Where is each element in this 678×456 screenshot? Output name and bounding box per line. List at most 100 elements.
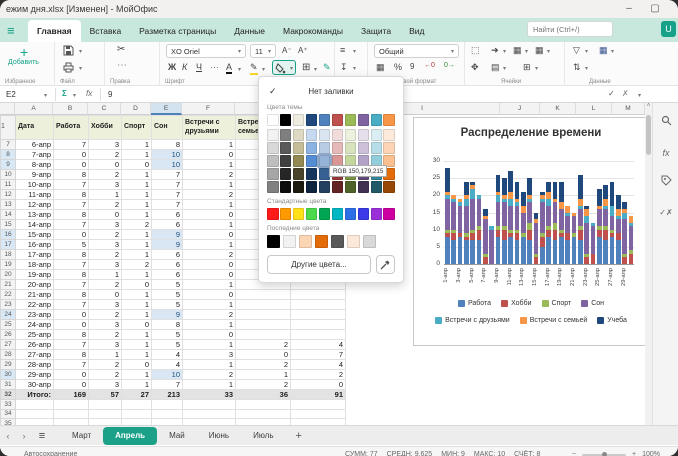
theme-color-swatch[interactable] xyxy=(319,114,331,126)
row-header-21[interactable]: 21 xyxy=(1,280,16,290)
cell[interactable]: 2 xyxy=(89,360,122,370)
cell[interactable]: 1 xyxy=(183,320,236,330)
tint-swatch[interactable] xyxy=(345,129,357,141)
main-menu-icon[interactable]: ≡ xyxy=(7,23,15,38)
cell[interactable]: 5 xyxy=(54,240,89,250)
bar-24-апр[interactable] xyxy=(591,223,596,264)
column-header-D[interactable]: D xyxy=(121,103,151,115)
cell[interactable]: 0 xyxy=(122,360,152,370)
font-size-select[interactable]: 11▾ xyxy=(250,44,276,58)
tint-swatch[interactable] xyxy=(280,129,292,141)
cell[interactable] xyxy=(122,400,152,410)
decrease-decimal-icon[interactable]: ←0 xyxy=(424,62,435,69)
cell[interactable] xyxy=(291,409,346,419)
bar-5-апр[interactable] xyxy=(470,182,475,264)
tint-swatch[interactable] xyxy=(371,142,383,154)
standard-color-swatch[interactable] xyxy=(371,208,383,220)
menu-tab-Главная[interactable]: Главная xyxy=(28,20,81,42)
cell-date[interactable]: 7-апр xyxy=(16,150,54,160)
row-header-20[interactable]: 20 xyxy=(1,270,16,280)
cancel-entry-icon[interactable]: ✗ xyxy=(622,89,629,98)
row-header-13[interactable]: 13 xyxy=(1,200,16,210)
cell[interactable]: 9 xyxy=(152,310,183,320)
cell[interactable]: 8 xyxy=(152,320,183,330)
cell[interactable]: 1 xyxy=(122,140,152,150)
recent-color-swatch[interactable] xyxy=(331,235,344,248)
cell[interactable]: 0 xyxy=(89,290,122,300)
cell[interactable]: 2 xyxy=(89,310,122,320)
recent-color-swatch[interactable] xyxy=(267,235,280,248)
bar-1-апр[interactable] xyxy=(445,168,450,264)
cell[interactable]: 1 xyxy=(183,280,236,290)
tint-swatch[interactable] xyxy=(293,168,305,180)
cell[interactable]: 0 xyxy=(54,150,89,160)
cell[interactable]: Встречи с друзьями xyxy=(183,116,236,140)
insert-table-icon[interactable]: ▦ xyxy=(513,45,522,56)
highlight-caret-icon[interactable]: ▾ xyxy=(262,66,265,73)
cell[interactable] xyxy=(291,300,346,310)
cell[interactable]: 0 xyxy=(183,150,236,160)
sort-caret-icon[interactable]: ▾ xyxy=(585,65,588,72)
cell[interactable]: 6 xyxy=(152,260,183,270)
cell[interactable]: 7 xyxy=(291,350,346,360)
cell[interactable] xyxy=(54,400,89,410)
sheet-list-icon[interactable]: ≡ xyxy=(32,430,52,442)
cell[interactable]: 8 xyxy=(54,270,89,280)
tint-swatch[interactable] xyxy=(332,142,344,154)
tint-swatch[interactable] xyxy=(319,142,331,154)
row-header-19[interactable]: 19 xyxy=(1,260,16,270)
cell[interactable]: 0 xyxy=(183,270,236,280)
valign-caret-icon[interactable]: ▾ xyxy=(353,65,356,72)
cell-date[interactable]: 15-апр xyxy=(16,230,54,240)
cell[interactable]: 7 xyxy=(54,340,89,350)
pivot-icon[interactable]: ▦ xyxy=(599,45,608,56)
tint-swatch[interactable] xyxy=(358,181,370,193)
cell[interactable]: 7 xyxy=(152,200,183,210)
row-header-26[interactable]: 26 xyxy=(1,330,16,340)
row-header-10[interactable]: 10 xyxy=(1,170,16,180)
cell[interactable]: 1 xyxy=(183,240,236,250)
resize-icon[interactable]: ✥ xyxy=(471,62,479,73)
sheet-tab-Март[interactable]: Март xyxy=(60,427,103,445)
number-format-select[interactable]: Общий▾ xyxy=(374,44,459,58)
cell[interactable]: 1 xyxy=(122,200,152,210)
filter-caret-icon[interactable]: ▾ xyxy=(585,48,588,55)
tint-swatch[interactable] xyxy=(383,129,395,141)
cell[interactable]: 2 xyxy=(89,170,122,180)
row-header-15[interactable]: 15 xyxy=(1,220,16,230)
cell[interactable]: 0 xyxy=(54,370,89,380)
cell[interactable]: 5 xyxy=(152,280,183,290)
cell[interactable]: 10 xyxy=(152,160,183,170)
sheet-tab-Июнь[interactable]: Июнь xyxy=(197,427,241,445)
cell[interactable]: 3 xyxy=(89,220,122,230)
bar-12-апр[interactable] xyxy=(515,182,520,264)
cell[interactable]: 2 xyxy=(122,260,152,270)
format-painter-icon[interactable]: ✎ xyxy=(323,62,331,73)
cell[interactable]: 0 xyxy=(183,330,236,340)
cell[interactable]: 2 xyxy=(89,150,122,160)
cell[interactable]: 1 xyxy=(183,300,236,310)
cell[interactable]: 1 xyxy=(122,240,152,250)
tint-swatch[interactable] xyxy=(306,168,318,180)
standard-color-swatch[interactable] xyxy=(267,208,279,220)
cell[interactable]: 1 xyxy=(183,160,236,170)
filter-icon[interactable]: ▽ xyxy=(573,45,580,56)
cell[interactable]: 1 xyxy=(122,210,152,220)
cell[interactable]: 0 xyxy=(183,290,236,300)
cell[interactable]: 7 xyxy=(54,200,89,210)
cell[interactable]: 1 xyxy=(183,140,236,150)
cell[interactable] xyxy=(183,409,236,419)
autosum-icon[interactable]: Σ xyxy=(62,89,67,98)
menu-tab-Вставка[interactable]: Вставка xyxy=(81,20,131,42)
cell[interactable]: 2 xyxy=(183,310,236,320)
cell[interactable]: 7 xyxy=(54,360,89,370)
tint-swatch[interactable] xyxy=(332,129,344,141)
recent-color-swatch[interactable] xyxy=(363,235,376,248)
recent-color-swatch[interactable] xyxy=(299,235,312,248)
cell[interactable] xyxy=(89,409,122,419)
cell[interactable]: 2 xyxy=(89,200,122,210)
cell-date[interactable] xyxy=(16,409,54,419)
bar-22-апр[interactable] xyxy=(578,175,583,264)
theme-color-swatch[interactable] xyxy=(280,114,292,126)
more-font-icon[interactable]: ⋯ xyxy=(210,62,219,73)
